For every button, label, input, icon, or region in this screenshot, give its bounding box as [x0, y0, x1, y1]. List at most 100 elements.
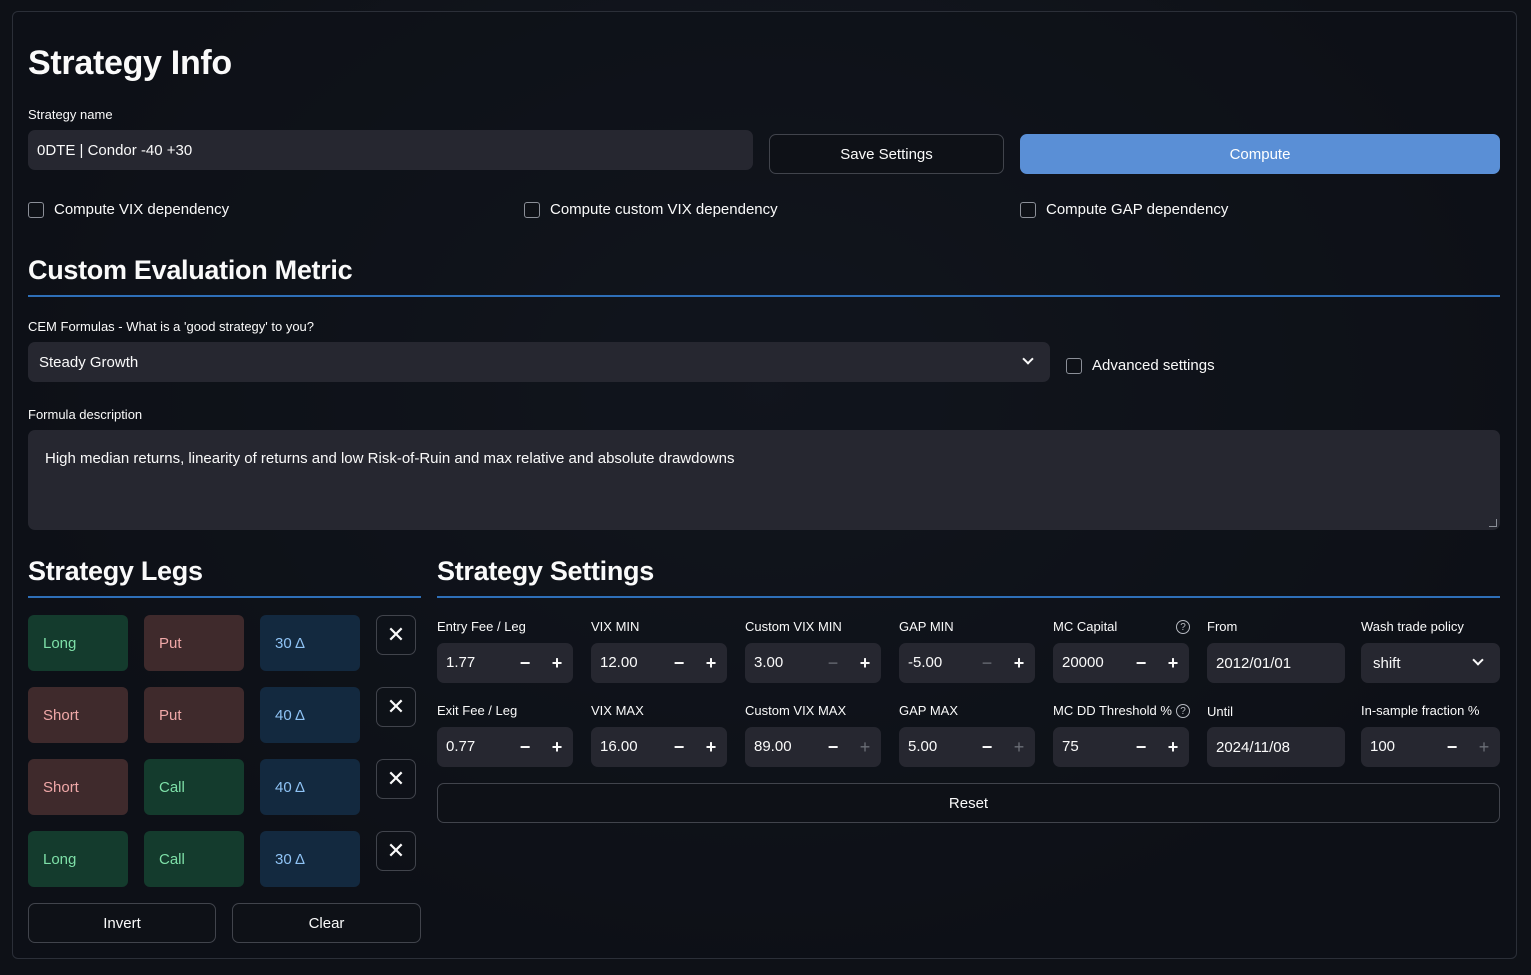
until-date-input[interactable]: 2024/11/08 [1207, 727, 1345, 767]
increment-button[interactable]: + [1007, 650, 1031, 676]
checkbox-box[interactable] [28, 201, 44, 218]
formula-description-textarea[interactable]: High median returns, linearity of return… [28, 430, 1500, 530]
help-icon[interactable]: ? [1176, 620, 1190, 634]
custom-vix-max-stepper[interactable]: 89.00 − + [745, 727, 881, 767]
increment-button[interactable]: + [1007, 734, 1031, 760]
remove-leg-button[interactable]: ✕ [376, 615, 416, 655]
remove-leg-button[interactable]: ✕ [376, 759, 416, 799]
formula-description-label: Formula description [28, 407, 143, 422]
mc-dd-threshold-stepper[interactable]: 75 − + [1053, 727, 1189, 767]
decrement-button[interactable]: − [667, 650, 691, 676]
vix-min-value[interactable]: 12.00 [600, 654, 638, 671]
close-icon: ✕ [386, 766, 406, 791]
mc-dd-threshold-value[interactable]: 75 [1062, 738, 1079, 755]
gap-min-stepper[interactable]: -5.00 − + [899, 643, 1035, 683]
mc-capital-value[interactable]: 20000 [1062, 654, 1104, 671]
increment-button[interactable]: + [545, 734, 569, 760]
gap-max-value[interactable]: 5.00 [908, 738, 937, 755]
strategy-name-label: Strategy name [28, 107, 113, 122]
decrement-button[interactable]: − [513, 734, 537, 760]
cem-divider [28, 295, 1500, 297]
strategy-name-input[interactable]: 0DTE | Condor -40 +30 [28, 130, 753, 170]
increment-button[interactable]: + [1472, 734, 1496, 760]
decrement-button[interactable]: − [975, 734, 999, 760]
in-sample-fraction-stepper[interactable]: 100 − + [1361, 727, 1500, 767]
leg-side-button[interactable]: Short [28, 759, 128, 815]
leg-type-button[interactable]: Put [144, 615, 244, 671]
reset-button[interactable]: Reset [437, 783, 1500, 823]
leg-type-button[interactable]: Put [144, 687, 244, 743]
remove-leg-button[interactable]: ✕ [376, 687, 416, 727]
compute-button[interactable]: Compute [1020, 134, 1500, 174]
leg-delta-button[interactable]: 40 Δ [260, 687, 360, 743]
custom-vix-min-stepper[interactable]: 3.00 − + [745, 643, 881, 683]
wash-trade-label: Wash trade policy [1361, 619, 1464, 634]
checkbox-box[interactable] [1066, 357, 1082, 374]
exit-fee-label: Exit Fee / Leg [437, 703, 518, 718]
invert-button[interactable]: Invert [28, 903, 216, 943]
leg-type-button[interactable]: Call [144, 831, 244, 887]
decrement-button[interactable]: − [821, 734, 845, 760]
increment-button[interactable]: + [699, 734, 723, 760]
custom-vix-max-value[interactable]: 89.00 [754, 738, 792, 755]
increment-button[interactable]: + [1161, 734, 1185, 760]
help-icon[interactable]: ? [1176, 704, 1190, 718]
decrement-button[interactable]: − [975, 650, 999, 676]
decrement-button[interactable]: − [513, 650, 537, 676]
checkbox-box[interactable] [1020, 201, 1036, 218]
increment-button[interactable]: + [1161, 650, 1185, 676]
decrement-button[interactable]: − [667, 734, 691, 760]
checkbox-box[interactable] [524, 201, 540, 218]
leg-delta-button[interactable]: 30 Δ [260, 615, 360, 671]
clear-button[interactable]: Clear [232, 903, 421, 943]
leg-side-button[interactable]: Long [28, 831, 128, 887]
increment-button[interactable]: + [699, 650, 723, 676]
leg-delta-button[interactable]: 40 Δ [260, 759, 360, 815]
advanced-settings-checkbox[interactable]: Advanced settings [1066, 357, 1215, 374]
cem-formula-label: CEM Formulas - What is a 'good strategy'… [28, 319, 315, 334]
formula-description-text: High median returns, linearity of return… [45, 450, 735, 467]
vix-dependency-checkbox[interactable]: Compute VIX dependency [28, 201, 229, 218]
custom-vix-max-label: Custom VIX MAX [745, 703, 847, 718]
decrement-button[interactable]: − [1129, 650, 1153, 676]
gap-max-stepper[interactable]: 5.00 − + [899, 727, 1035, 767]
custom-vix-min-value[interactable]: 3.00 [754, 654, 783, 671]
until-label: Until [1207, 704, 1234, 719]
checkbox-label: Compute custom VIX dependency [550, 201, 778, 218]
save-settings-button[interactable]: Save Settings [769, 134, 1004, 174]
legs-divider [28, 596, 421, 598]
cem-formula-select[interactable]: Steady Growth [28, 342, 1050, 382]
checkbox-label: Compute GAP dependency [1046, 201, 1229, 218]
leg-type-button[interactable]: Call [144, 759, 244, 815]
increment-button[interactable]: + [853, 650, 877, 676]
gap-max-label: GAP MAX [899, 703, 959, 718]
entry-fee-stepper[interactable]: 1.77 − + [437, 643, 573, 683]
leg-delta-button[interactable]: 30 Δ [260, 831, 360, 887]
in-sample-fraction-value[interactable]: 100 [1370, 738, 1395, 755]
exit-fee-stepper[interactable]: 0.77 − + [437, 727, 573, 767]
mc-capital-stepper[interactable]: 20000 − + [1053, 643, 1189, 683]
wash-trade-select[interactable]: shift [1361, 643, 1500, 683]
exit-fee-value[interactable]: 0.77 [446, 738, 475, 755]
decrement-button[interactable]: − [821, 650, 845, 676]
decrement-button[interactable]: − [1129, 734, 1153, 760]
gap-dependency-checkbox[interactable]: Compute GAP dependency [1020, 201, 1228, 218]
leg-side-button[interactable]: Short [28, 687, 128, 743]
leg-side-button[interactable]: Long [28, 615, 128, 671]
cem-formula-value: Steady Growth [39, 353, 139, 371]
checkbox-label: Advanced settings [1092, 357, 1215, 374]
close-icon: ✕ [386, 694, 406, 719]
gap-min-value[interactable]: -5.00 [908, 654, 942, 671]
entry-fee-value[interactable]: 1.77 [446, 654, 475, 671]
from-date-input[interactable]: 2012/01/01 [1207, 643, 1345, 683]
custom-vix-dependency-checkbox[interactable]: Compute custom VIX dependency [524, 201, 778, 218]
increment-button[interactable]: + [853, 734, 877, 760]
vix-min-stepper[interactable]: 12.00 − + [591, 643, 727, 683]
increment-button[interactable]: + [545, 650, 569, 676]
vix-max-stepper[interactable]: 16.00 − + [591, 727, 727, 767]
decrement-button[interactable]: − [1440, 734, 1464, 760]
vix-max-value[interactable]: 16.00 [600, 738, 638, 755]
resize-grip-icon[interactable] [1489, 519, 1497, 527]
remove-leg-button[interactable]: ✕ [376, 831, 416, 871]
legs-title: Strategy Legs [28, 556, 203, 586]
